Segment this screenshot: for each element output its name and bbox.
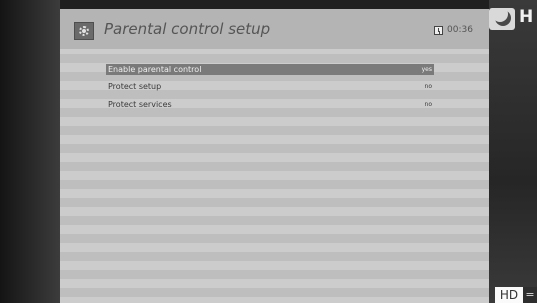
- menu-item-protect-setup[interactable]: Protect setup no: [106, 81, 434, 92]
- page-title: Parental control setup: [104, 20, 271, 38]
- channel-logo-letter: H: [519, 7, 534, 27]
- menu-item-enable-parental-control[interactable]: Enable parental control yes: [106, 64, 434, 75]
- menu-item-label: Protect services: [108, 100, 172, 109]
- gear-icon: [74, 22, 94, 40]
- hd-badge-extra: =: [523, 287, 537, 303]
- menu-item-label: Protect setup: [108, 82, 162, 91]
- background-video-left: [0, 0, 60, 303]
- hd-badge: HD: [495, 287, 523, 303]
- menu-item-protect-services[interactable]: Protect services no: [106, 99, 434, 110]
- clock-icon: [434, 26, 443, 35]
- clock-time: 00:36: [447, 25, 473, 35]
- background-video-right: [489, 0, 537, 303]
- crescent-logo-icon: [492, 8, 511, 26]
- panel-header: Parental control setup 00:36: [60, 9, 489, 49]
- menu-item-value: no: [424, 83, 432, 90]
- menu-item-value: yes: [421, 66, 432, 73]
- channel-logo: [489, 8, 515, 30]
- menu-item-label: Enable parental control: [108, 65, 202, 74]
- parental-control-panel: Parental control setup 00:36 Enable pare…: [60, 9, 489, 303]
- menu-item-value: no: [424, 101, 432, 108]
